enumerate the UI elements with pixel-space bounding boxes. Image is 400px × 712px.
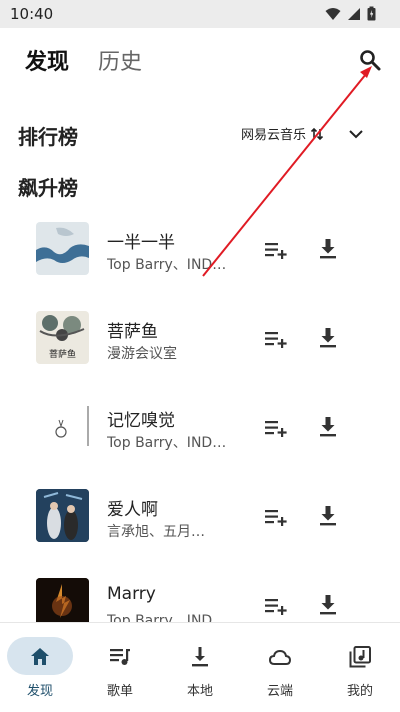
download-icon[interactable] (318, 504, 338, 528)
song-artist: 漫游会议室 (107, 346, 177, 362)
add-to-queue-icon[interactable] (264, 418, 288, 438)
cover-art (36, 489, 89, 542)
song-row[interactable]: 一半一半 Top Barry、IND… (0, 222, 400, 292)
nav-item-discover[interactable]: 发现 (0, 623, 80, 712)
song-row[interactable]: 爱人啊 言承旭、五月… (0, 489, 400, 559)
tab-discover[interactable]: 发现 (25, 44, 69, 76)
nav-item-playlists[interactable]: 歌单 (80, 623, 160, 712)
top-header: 发现 历史 (0, 28, 400, 92)
chevron-down-icon[interactable] (347, 125, 365, 143)
nav-label: 歌单 (106, 684, 133, 699)
download-icon[interactable] (318, 415, 338, 439)
song-artist: 言承旭、五月… (107, 524, 205, 540)
song-row[interactable]: 菩萨鱼 菩萨鱼 漫游会议室 (0, 311, 400, 381)
song-title: 一半一半 (107, 233, 175, 253)
status-icons (325, 6, 376, 21)
nav-label: 本地 (186, 684, 213, 699)
playlist-icon (110, 649, 130, 665)
nav-label: 云端 (266, 684, 293, 699)
library-music-icon (349, 646, 371, 668)
download-icon[interactable] (318, 237, 338, 261)
song-title: 记忆嗅觉 (107, 411, 175, 431)
song-artist: Top Barry、IND… (107, 435, 227, 451)
song-row[interactable]: 记忆嗅觉 Top Barry、IND… (0, 400, 400, 470)
swap-vertical-icon (310, 127, 324, 140)
nav-label: 发现 (26, 684, 53, 699)
cloud-icon (268, 649, 292, 665)
ranking-title: 排行榜 (18, 125, 78, 149)
download-icon[interactable] (318, 326, 338, 350)
battery-icon (367, 6, 376, 21)
status-time: 10:40 (10, 5, 54, 23)
nav-item-mine[interactable]: 我的 (320, 623, 400, 712)
status-bar: 10:40 (0, 0, 400, 28)
source-label: 网易云音乐 (241, 128, 307, 143)
bottom-navigation: 发现 歌单 本地 云端 我的 (0, 622, 400, 712)
cover-art-text: 菩萨鱼 (48, 350, 76, 360)
cover-art (36, 400, 89, 453)
nav-item-cloud[interactable]: 云端 (240, 623, 320, 712)
search-icon[interactable] (358, 48, 382, 72)
tab-history[interactable]: 历史 (98, 44, 142, 76)
song-artist: Top Barry、IND… (107, 257, 227, 273)
home-icon (31, 648, 49, 665)
source-selector[interactable]: 网易云音乐 (241, 124, 324, 143)
wifi-icon (325, 7, 341, 20)
cover-art: 菩萨鱼 (36, 311, 89, 364)
nav-item-local[interactable]: 本地 (160, 623, 240, 712)
add-to-queue-icon[interactable] (264, 596, 288, 616)
song-title: 菩萨鱼 (107, 322, 158, 342)
download-icon (192, 647, 208, 667)
signal-icon (348, 7, 360, 20)
cover-art (36, 222, 89, 275)
add-to-queue-icon[interactable] (264, 240, 288, 260)
song-title: 爱人啊 (107, 500, 158, 520)
add-to-queue-icon[interactable] (264, 507, 288, 527)
download-icon[interactable] (318, 593, 338, 617)
add-to-queue-icon[interactable] (264, 329, 288, 349)
nav-label: 我的 (346, 684, 373, 699)
song-title: Marry (107, 584, 156, 604)
chart-list-title: 飙升榜 (18, 176, 78, 200)
